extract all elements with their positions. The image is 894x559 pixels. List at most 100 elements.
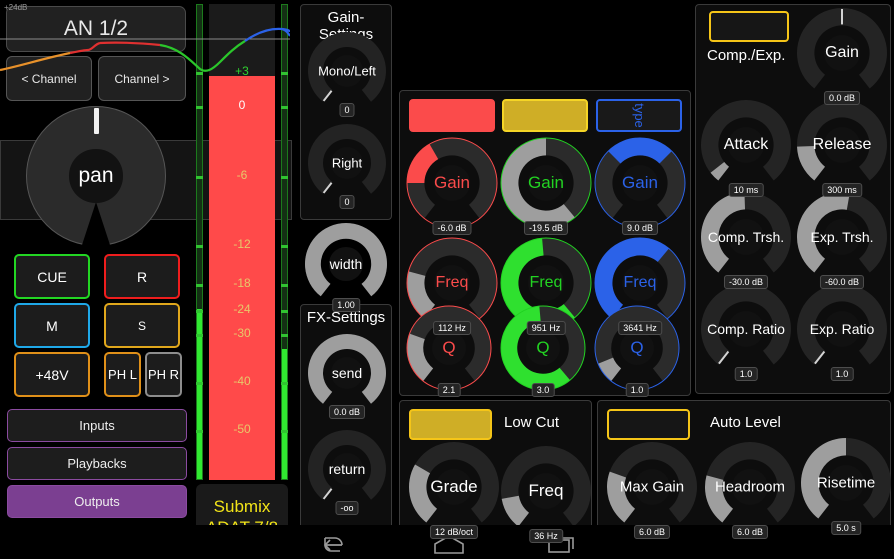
eq-gain-1-value: -19.5 dB [523,221,569,235]
auto-level-headroom-knob-value: 6.0 dB [731,525,769,539]
fader-scale-label: -30 [233,326,251,340]
back-icon[interactable] [316,533,346,553]
comp-exp-toggle[interactable] [709,11,789,42]
comp-exp-exp-ratio-knob-value: 1.0 [830,367,854,381]
fader-scale-label: -6 [236,168,248,182]
auto-level-risetime-knob-label: Risetime [816,474,876,492]
comp-exp-comp-ratio-knob[interactable]: Comp. Ratio 1.0 [700,283,792,381]
low-cut-freq-knob-label: Freq [528,481,564,500]
eq-q-2-label: Q [630,338,644,357]
gain-knob-1[interactable]: Right 0 [307,123,387,209]
fader-scale-label: -50 [233,422,251,436]
auto-level-headroom-knob-label: Headroom [714,478,786,496]
fx-knob-1-label: return [328,461,366,477]
auto-level-headroom-knob[interactable]: Headroom 6.0 dB [704,441,796,539]
auto-level-toggle[interactable] [607,409,690,440]
eq-gain-2-value: 9.0 dB [621,221,659,235]
submix-line1: Submix [213,497,271,516]
width-knob-host: width 1.00 [304,222,388,312]
fader-scale-label: -18 [233,276,251,290]
comp-exp-comp-trsh-knob-value: -30.0 dB [723,275,769,289]
pan-knob[interactable]: pan [26,106,166,248]
pan-knob-label: pan [69,149,123,203]
meter-right-fill [282,349,287,479]
eq-q-0-label: Q [442,338,456,357]
fx-knob-0-value: 0.0 dB [328,405,366,419]
eq-bands-panel: type Gain -6.0 dB Gain -19.5 dB Gain 9.0 dB Fr… [399,90,691,397]
phantom-power-button[interactable]: +48V [14,352,90,397]
auto-level-max-gain-knob-value: 6.0 dB [633,525,671,539]
eq-gain-1-label: Gain [528,173,564,192]
auto-level-risetime-knob[interactable]: Risetime 5.0 s [800,437,892,535]
solo-button[interactable]: S [104,303,180,348]
cue-button[interactable]: CUE [14,254,90,299]
eq-gain-2[interactable]: Gain 9.0 dB [594,137,686,235]
gain-knob-0-label: Mono/Left [318,63,376,79]
low-cut-freq-knob[interactable]: Freq 36 Hz [500,445,592,543]
gain-settings-panel: Gain-Settings Mono/Left0Right0 [300,4,392,220]
comp-exp-release-knob[interactable]: Release 300 ms [796,99,888,197]
auto-level-risetime-knob-value: 5.0 s [831,521,861,535]
fx-settings-panel: FX-Settings send 0.0 dB return -oo [300,304,392,550]
nav-playbacks[interactable]: Playbacks [7,447,187,480]
eq-gain-0[interactable]: Gain -6.0 dB [406,137,498,235]
comp-exp-exp-ratio-knob-label: Exp. Ratio [809,321,875,337]
auto-level-title: Auto Level [710,414,781,431]
width-knob-value: 1.00 [332,298,360,312]
fx-knob-0-label: send [331,365,363,381]
width-knob-label: width [329,256,363,272]
comp-exp-exp-ratio-knob[interactable]: Exp. Ratio 1.0 [796,283,888,381]
low-cut-grade-knob[interactable]: Grade 12 dB/oct [408,441,500,539]
eq-q-0[interactable]: Q 2.1 [406,305,492,397]
eq-q-1-value: 3.0 [531,383,555,397]
gain-knob-0-value: 0 [339,103,355,117]
low-cut-toggle[interactable] [409,409,492,440]
eq-q-1-label: Q [536,338,550,357]
comp-exp-attack-knob[interactable]: Attack 10 ms [700,99,792,197]
nav-inputs[interactable]: Inputs [7,409,187,442]
comp-exp-comp-ratio-knob-value: 1.0 [734,367,758,381]
auto-level-max-gain-knob-label: Max Gain [619,478,685,496]
width-knob[interactable]: width 1.00 [304,222,388,312]
phase-left-button[interactable]: PH L [104,352,141,397]
fx-knob-0[interactable]: send 0.0 dB [307,333,387,419]
pan-knob-pointer [93,108,99,134]
comp-exp-comp-trsh-knob[interactable]: Comp. Trsh. -30.0 dB [700,191,792,289]
comp-exp-gain-knob[interactable]: Gain 0.0 dB [796,7,888,105]
fx-knob-1[interactable]: return -oo [307,429,387,515]
comp-exp-exp-trsh-knob-label: Exp. Trsh. [810,229,874,245]
comp-exp-release-knob-value: 300 ms [822,183,862,197]
eq-band-low-button[interactable] [409,99,495,132]
eq-band-mid-button[interactable] [502,99,588,132]
mute-button[interactable]: M [14,303,90,348]
eq-gain-0-label: Gain [434,173,470,192]
eq-gain-1[interactable]: Gain -19.5 dB [500,137,592,235]
eq-band-high-type-button[interactable]: type [596,99,682,132]
comp-exp-attack-knob-value: 10 ms [728,183,764,197]
fader-scale-label: -12 [233,237,251,251]
gain-knob-0[interactable]: Mono/Left 0 [307,31,387,117]
eq-q-0-value: 2.1 [437,383,461,397]
eq-gain-2-label: Gain [622,173,658,192]
comp-exp-title: Comp./Exp. [707,47,786,64]
eq-freq-1-value: 951 Hz [526,321,566,335]
eq-freq-0-value: 112 Hz [433,321,471,335]
eq-freq-0-label: Freq [435,274,469,291]
comp-exp-release-knob-label: Release [812,136,872,153]
comp-exp-panel: Comp./Exp. Gain 0.0 dB Attack 10 ms Release 3… [695,4,891,394]
phase-right-button[interactable]: PH R [145,352,182,397]
comp-exp-comp-trsh-knob-label: Comp. Trsh. [707,229,785,245]
low-cut-grade-knob-value: 12 dB/oct [429,525,479,539]
low-cut-grade-knob-label: Grade [430,477,478,496]
comp-exp-gain-knob-label: Gain [825,44,859,61]
eq-q-2[interactable]: Q 1.0 [594,305,680,397]
eq-q-1[interactable]: Q 3.0 [500,305,586,397]
record-button[interactable]: R [104,254,180,299]
eq-q-2-value: 1.0 [625,383,649,397]
fader-scale-label: 0 [238,98,246,112]
auto-level-max-gain-knob[interactable]: Max Gain 6.0 dB [606,441,698,539]
nav-outputs[interactable]: Outputs [7,485,187,518]
comp-exp-exp-trsh-knob[interactable]: Exp. Trsh. -60.0 dB [796,191,888,289]
eq-freq-2-label: Freq [623,274,657,291]
comp-exp-comp-ratio-knob-label: Comp. Ratio [707,321,785,337]
